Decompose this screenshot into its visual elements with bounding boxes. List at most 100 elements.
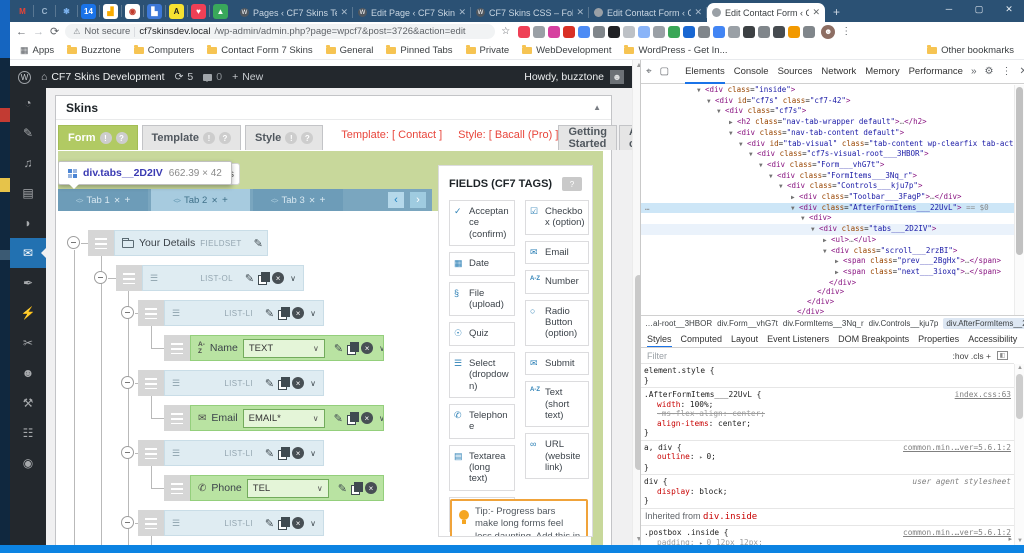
drive-pinned-tab[interactable]: ✱ [59, 4, 74, 19]
color-wheel-pinned-tab[interactable]: ◉ [125, 3, 140, 19]
duplicate-icon[interactable] [278, 307, 291, 320]
scrollbar-thumb[interactable] [1016, 87, 1023, 255]
dom-line[interactable]: </div> [641, 297, 1014, 307]
collapse-node[interactable] [121, 446, 134, 459]
forest-pinned-tab[interactable]: ▲ [213, 3, 228, 19]
close-window-icon[interactable]: ✕ [994, 0, 1024, 18]
tab-close-icon[interactable]: ✕ [458, 7, 466, 18]
bookmark-star-icon[interactable]: ☆ [501, 26, 510, 37]
tree-row[interactable]: ✆ Phone TEL ∨ ✎ × ∨ [164, 475, 384, 501]
clock-extension-icon[interactable] [743, 25, 756, 38]
edit-icon[interactable]: ✎ [338, 482, 347, 495]
forward-icon[interactable]: → [33, 26, 44, 38]
circle-extension-icon[interactable] [758, 25, 771, 38]
tree-row[interactable]: ☰ LIST-OL ✎ × ∨ [116, 265, 304, 291]
collapse-node[interactable] [121, 516, 134, 529]
collapse-node[interactable] [94, 271, 107, 284]
inspect-element-icon[interactable]: ⌖ [646, 66, 652, 77]
scroll-down-icon[interactable]: ▼ [1015, 538, 1024, 544]
dom-line[interactable]: ▼ <div class="FormItems___3Nq_r"> [641, 171, 1014, 182]
scroll-prev-icon[interactable]: ‹ [388, 192, 404, 208]
sidebar-item-cf7-skins[interactable]: ✂ [10, 328, 46, 358]
sidebar-item-tools[interactable]: ⚒ [10, 388, 46, 418]
css-property[interactable]: -ms-flex-align: center; [644, 409, 1011, 419]
profile-avatar[interactable]: ☻ [821, 24, 836, 39]
alert-badge[interactable]: ! [285, 132, 298, 144]
stylesheet-link[interactable]: common.min.…ver=5.6.1:2 [903, 443, 1011, 453]
collapse-node[interactable] [67, 236, 80, 249]
chevron-down-icon[interactable]: ∨ [310, 449, 316, 458]
chevron-down-icon[interactable]: ∨ [379, 414, 383, 423]
sidebar-item-comments[interactable]: ◗ [10, 208, 46, 238]
help-badge[interactable]: ? [115, 132, 128, 144]
pie-extension-icon[interactable] [788, 25, 801, 38]
field-item-date[interactable]: ▦ Date [449, 252, 515, 276]
field-item-checkbox[interactable]: ☑ Checkbox (option) [525, 200, 589, 235]
dom-line[interactable]: ▶ <span class="next___3ioxq">…</span> [641, 267, 1014, 278]
stylesheet-link[interactable]: index.css:63 [955, 390, 1011, 400]
field-item-acceptance[interactable]: ✓ Acceptance (confirm) [449, 200, 515, 247]
edit-icon[interactable]: ✎ [265, 447, 274, 460]
bookmark-folder[interactable]: General [325, 44, 373, 56]
bookmark-folder[interactable]: Buzztone [67, 44, 121, 56]
edit-icon[interactable]: ✎ [265, 377, 274, 390]
edit-icon[interactable]: ✎ [265, 307, 274, 320]
edit-icon[interactable]: ✎ [334, 342, 343, 355]
devtools-tab-memory[interactable]: Memory [865, 60, 899, 84]
tab-close-icon[interactable]: ✕ [694, 7, 702, 18]
field-item-telephone[interactable]: ✆ Telephone [449, 403, 515, 439]
dom-line[interactable]: ▼ <div class="tabs___2D2IV"> [641, 224, 1014, 235]
dom-line[interactable]: </div> [641, 287, 1014, 297]
tab-style[interactable]: Style!? [244, 125, 324, 150]
form-tab[interactable]: <> Tab 2 ✕ + [151, 189, 250, 211]
tab-close-icon[interactable]: ✕ [576, 7, 584, 18]
address-bar[interactable]: ⚠ Not secure cf7skinsdev.local/wp-admin/… [65, 24, 496, 39]
browser-tab[interactable]: W CF7 Skins CSS – Folders & File✕ [471, 3, 589, 22]
stylesheet-link[interactable]: common.min.…ver=5.6.1:2 [903, 528, 1011, 538]
devtools-tab-network[interactable]: Network [821, 60, 856, 84]
drag-handle[interactable] [164, 475, 190, 501]
sidebar-item-users[interactable]: ☻ [10, 358, 46, 388]
window-extension-icon[interactable] [578, 25, 591, 38]
edit-icon[interactable]: ✎ [245, 272, 254, 285]
chevron-down-icon[interactable]: ∨ [310, 379, 316, 388]
picker-extension-icon[interactable] [593, 25, 606, 38]
calendar-pinned-tab[interactable]: 14 [81, 3, 96, 19]
sidebar-item-dashboard[interactable]: ◔ [10, 88, 46, 118]
tab-getting-started[interactable]: Getting Started [558, 125, 617, 150]
comments-menu[interactable]: 0 [203, 71, 222, 83]
add-tab-icon[interactable]: + [319, 195, 325, 206]
swirl-extension-icon[interactable] [728, 25, 741, 38]
dom-line[interactable]: ▼ <div> [641, 213, 1014, 224]
settings-gear-icon[interactable]: ⚙ [985, 66, 994, 77]
duplicate-icon[interactable] [266, 237, 267, 250]
sidebar-item-posts[interactable]: ✎ [10, 118, 46, 148]
collapse-toggle-icon[interactable]: ▲ [593, 103, 601, 112]
sidebar-item-plugins[interactable]: ⚡ [10, 298, 46, 328]
drag-handle[interactable] [116, 265, 142, 291]
tree-row[interactable]: ☰ LIST-LI ✎ × ∨ [138, 370, 324, 396]
field-item-number[interactable]: A-Z Number [525, 270, 589, 294]
field-item-text[interactable]: A-Z Text (short text) [525, 381, 589, 428]
form-tab[interactable]: <> Tab 1 ✕ + [58, 189, 148, 211]
tree-row[interactable]: ☰ LIST-LI ✎ × ∨ [138, 300, 324, 326]
field-type-select[interactable]: TEXT ∨ [242, 338, 325, 358]
device-toolbar-icon[interactable]: ▢ [660, 66, 669, 77]
frame-extension-icon[interactable] [698, 25, 711, 38]
styles-tab-styles[interactable]: Styles [647, 331, 672, 347]
add-tab-icon[interactable]: + [124, 195, 130, 206]
security-label[interactable]: Not secure [84, 26, 130, 37]
minimize-window-icon[interactable]: ─ [934, 0, 964, 18]
awesome-pinned-tab[interactable]: A [169, 3, 184, 19]
dom-line[interactable]: ▼ <div id="tab-visual" class="tab-content… [641, 139, 1014, 150]
field-item-email[interactable]: ✉ Email [525, 240, 589, 265]
devtools-menu-icon[interactable]: ⋮ [1002, 66, 1012, 77]
edit-icon[interactable]: ✎ [254, 237, 263, 250]
dom-line[interactable]: ▼ <div class="Form___vhG7t"> [641, 160, 1014, 171]
site-name[interactable]: CF7 Skins Development [51, 71, 164, 83]
bookmark-folder[interactable]: WordPress - Get In... [624, 44, 728, 56]
sidebar-item-media-extra[interactable]: ◉ [10, 448, 46, 478]
breadcrumb-item[interactable]: div.Form__vhG7t [717, 319, 778, 328]
form-tab[interactable]: <> Tab 3 ✕ + [253, 189, 343, 211]
scroll-next-icon[interactable]: › [410, 192, 426, 208]
